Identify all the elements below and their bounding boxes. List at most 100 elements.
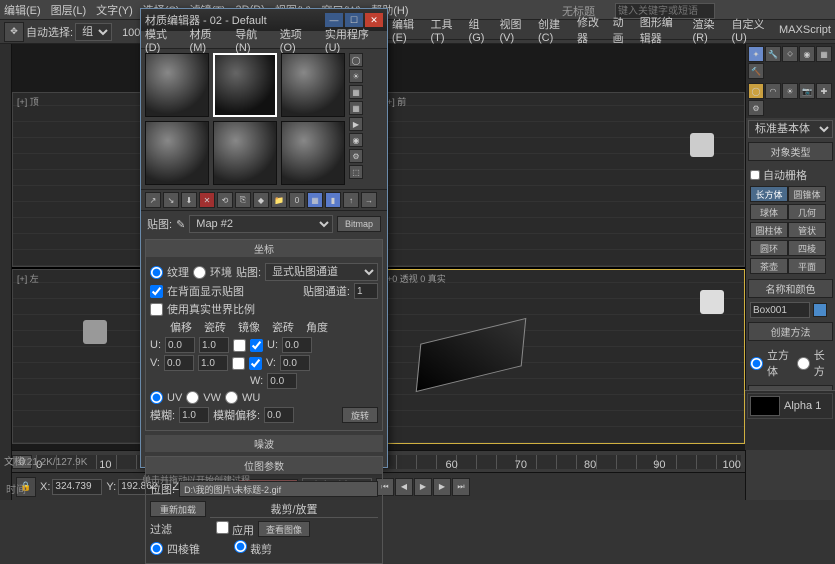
u-angle-input[interactable] bbox=[282, 337, 312, 353]
menu-item[interactable]: 渲染(R) bbox=[692, 16, 721, 44]
create-tab-icon[interactable]: ✦ bbox=[748, 46, 764, 62]
crop-radio[interactable] bbox=[234, 540, 247, 553]
modify-tab-icon[interactable]: 🔧 bbox=[765, 46, 781, 62]
viewport-perspective[interactable]: [+0 透视 0 真实 bbox=[380, 269, 746, 444]
blur-offset-input[interactable] bbox=[264, 407, 294, 423]
auto-grid-checkbox[interactable] bbox=[750, 170, 760, 180]
video-check-icon[interactable]: ▶ bbox=[349, 117, 363, 131]
reset-icon[interactable]: ⟲ bbox=[217, 192, 233, 208]
next-frame-icon[interactable]: ▶ bbox=[433, 478, 451, 496]
x-input[interactable] bbox=[52, 479, 102, 495]
cube-radio[interactable] bbox=[750, 357, 763, 370]
u-offset-input[interactable] bbox=[165, 337, 195, 353]
wu-radio[interactable] bbox=[225, 391, 238, 404]
eyedropper-icon[interactable]: ✎ bbox=[176, 218, 185, 231]
box-button[interactable]: 长方体 bbox=[750, 186, 788, 202]
delete-icon[interactable]: ✕ bbox=[199, 192, 215, 208]
put-material-icon[interactable]: ↘ bbox=[163, 192, 179, 208]
play-icon[interactable]: ▶ bbox=[414, 478, 432, 496]
tube-button[interactable]: 管状 bbox=[788, 222, 826, 238]
rollout-header[interactable]: 名称和颜色 bbox=[748, 279, 833, 298]
make-copy-icon[interactable]: ⎘ bbox=[235, 192, 251, 208]
menu-item[interactable]: 动画 bbox=[613, 14, 630, 46]
material-slot[interactable] bbox=[145, 53, 209, 117]
backlight-icon[interactable]: ☀ bbox=[349, 69, 363, 83]
motion-tab-icon[interactable]: ◉ bbox=[799, 46, 815, 62]
sample-uv-icon[interactable]: ▦ bbox=[349, 101, 363, 115]
geometry-icon[interactable]: ◯ bbox=[748, 83, 764, 99]
map-name-dropdown[interactable]: Map #2 bbox=[189, 215, 333, 233]
blur-input[interactable] bbox=[179, 407, 209, 423]
plane-button[interactable]: 平面 bbox=[788, 258, 826, 274]
uv-radio[interactable] bbox=[150, 391, 163, 404]
menu-item[interactable]: 文字(Y) bbox=[96, 2, 133, 18]
material-slot-selected[interactable] bbox=[213, 53, 277, 117]
make-unique-icon[interactable]: ◆ bbox=[253, 192, 269, 208]
v-angle-input[interactable] bbox=[280, 355, 310, 371]
shapes-icon[interactable]: ◠ bbox=[765, 83, 781, 99]
menu-item[interactable]: 导航(N) bbox=[235, 26, 272, 54]
v-mirror-checkbox[interactable] bbox=[232, 357, 245, 370]
view-image-button[interactable]: 查看图像 bbox=[258, 521, 310, 537]
layer-thumbnail[interactable] bbox=[750, 396, 780, 416]
go-parent-icon[interactable]: ↑ bbox=[343, 192, 359, 208]
show-end-result-icon[interactable]: ▮ bbox=[325, 192, 341, 208]
bitmap-path-button[interactable]: D:\我的图片\未标题-2.gif bbox=[179, 481, 378, 497]
mapping-dropdown[interactable]: 显式贴图通道 bbox=[265, 263, 378, 281]
torus-button[interactable]: 圆环 bbox=[750, 240, 788, 256]
assign-icon[interactable]: ⬇ bbox=[181, 192, 197, 208]
menu-item[interactable]: 模式(D) bbox=[145, 26, 182, 54]
hierarchy-tab-icon[interactable]: ⬦ bbox=[782, 46, 798, 62]
rollout-header[interactable]: 位图参数 bbox=[146, 457, 382, 474]
menu-item[interactable]: 图层(L) bbox=[51, 2, 86, 18]
goto-end-icon[interactable]: ⏭ bbox=[452, 478, 470, 496]
color-swatch[interactable] bbox=[813, 303, 827, 317]
go-forward-icon[interactable]: → bbox=[361, 192, 377, 208]
menu-item[interactable]: MAXScript bbox=[779, 24, 831, 36]
material-slot[interactable] bbox=[281, 53, 345, 117]
prev-frame-icon[interactable]: ◀ bbox=[395, 478, 413, 496]
rollout-header[interactable]: 对象类型 bbox=[748, 142, 833, 161]
utilities-tab-icon[interactable]: 🔨 bbox=[748, 63, 764, 79]
menu-item[interactable]: 材质(M) bbox=[190, 26, 228, 54]
menu-item[interactable]: 图形编辑器 bbox=[640, 14, 683, 46]
menu-item[interactable]: 实用程序(U) bbox=[325, 26, 383, 54]
v-tile-checkbox[interactable] bbox=[249, 357, 262, 370]
menu-item[interactable]: 选项(O) bbox=[280, 26, 317, 54]
map-channel-input[interactable] bbox=[354, 283, 378, 299]
auto-select-dropdown[interactable]: 组 bbox=[75, 23, 112, 41]
u-tiling-input[interactable] bbox=[199, 337, 229, 353]
texture-radio[interactable] bbox=[150, 266, 163, 279]
sample-type-icon[interactable]: ◯ bbox=[349, 53, 363, 67]
material-slot[interactable] bbox=[213, 121, 277, 185]
background-icon[interactable]: ▦ bbox=[349, 85, 363, 99]
material-slot[interactable] bbox=[281, 121, 345, 185]
move-tool-icon[interactable]: ✥ bbox=[4, 22, 24, 42]
put-to-library-icon[interactable]: 📁 bbox=[271, 192, 287, 208]
material-slot[interactable] bbox=[145, 121, 209, 185]
real-scale-checkbox[interactable] bbox=[150, 303, 163, 316]
vw-radio[interactable] bbox=[186, 391, 199, 404]
cylinder-button[interactable]: 圆柱体 bbox=[750, 222, 788, 238]
menu-item[interactable]: 组(G) bbox=[469, 16, 490, 44]
object-name-input[interactable] bbox=[750, 302, 810, 318]
menu-item[interactable]: 自定义(U) bbox=[731, 16, 769, 44]
make-preview-icon[interactable]: ◉ bbox=[349, 133, 363, 147]
rotate-button[interactable]: 旋转 bbox=[342, 407, 378, 423]
helpers-icon[interactable]: ✚ bbox=[816, 83, 832, 99]
get-material-icon[interactable]: ↗ bbox=[145, 192, 161, 208]
menu-item[interactable]: 修改器 bbox=[577, 14, 603, 46]
menu-item[interactable]: 编辑(E) bbox=[4, 2, 41, 18]
reload-button[interactable]: 重新加载 bbox=[150, 501, 206, 517]
box-radio[interactable] bbox=[797, 357, 810, 370]
primitive-category-dropdown[interactable]: 标准基本体 bbox=[748, 120, 833, 138]
menu-item[interactable]: 编辑(E) bbox=[392, 16, 421, 44]
lights-icon[interactable]: ☀ bbox=[782, 83, 798, 99]
options-icon[interactable]: ⚙ bbox=[349, 149, 363, 163]
rollout-header[interactable]: 创建方法 bbox=[748, 322, 833, 341]
v-tiling-input[interactable] bbox=[198, 355, 228, 371]
rollout-header[interactable]: 坐标 bbox=[146, 240, 382, 257]
map-type-button[interactable]: Bitmap bbox=[337, 216, 381, 232]
geosphere-button[interactable]: 几何 bbox=[788, 204, 826, 220]
w-angle-input[interactable] bbox=[267, 373, 297, 389]
